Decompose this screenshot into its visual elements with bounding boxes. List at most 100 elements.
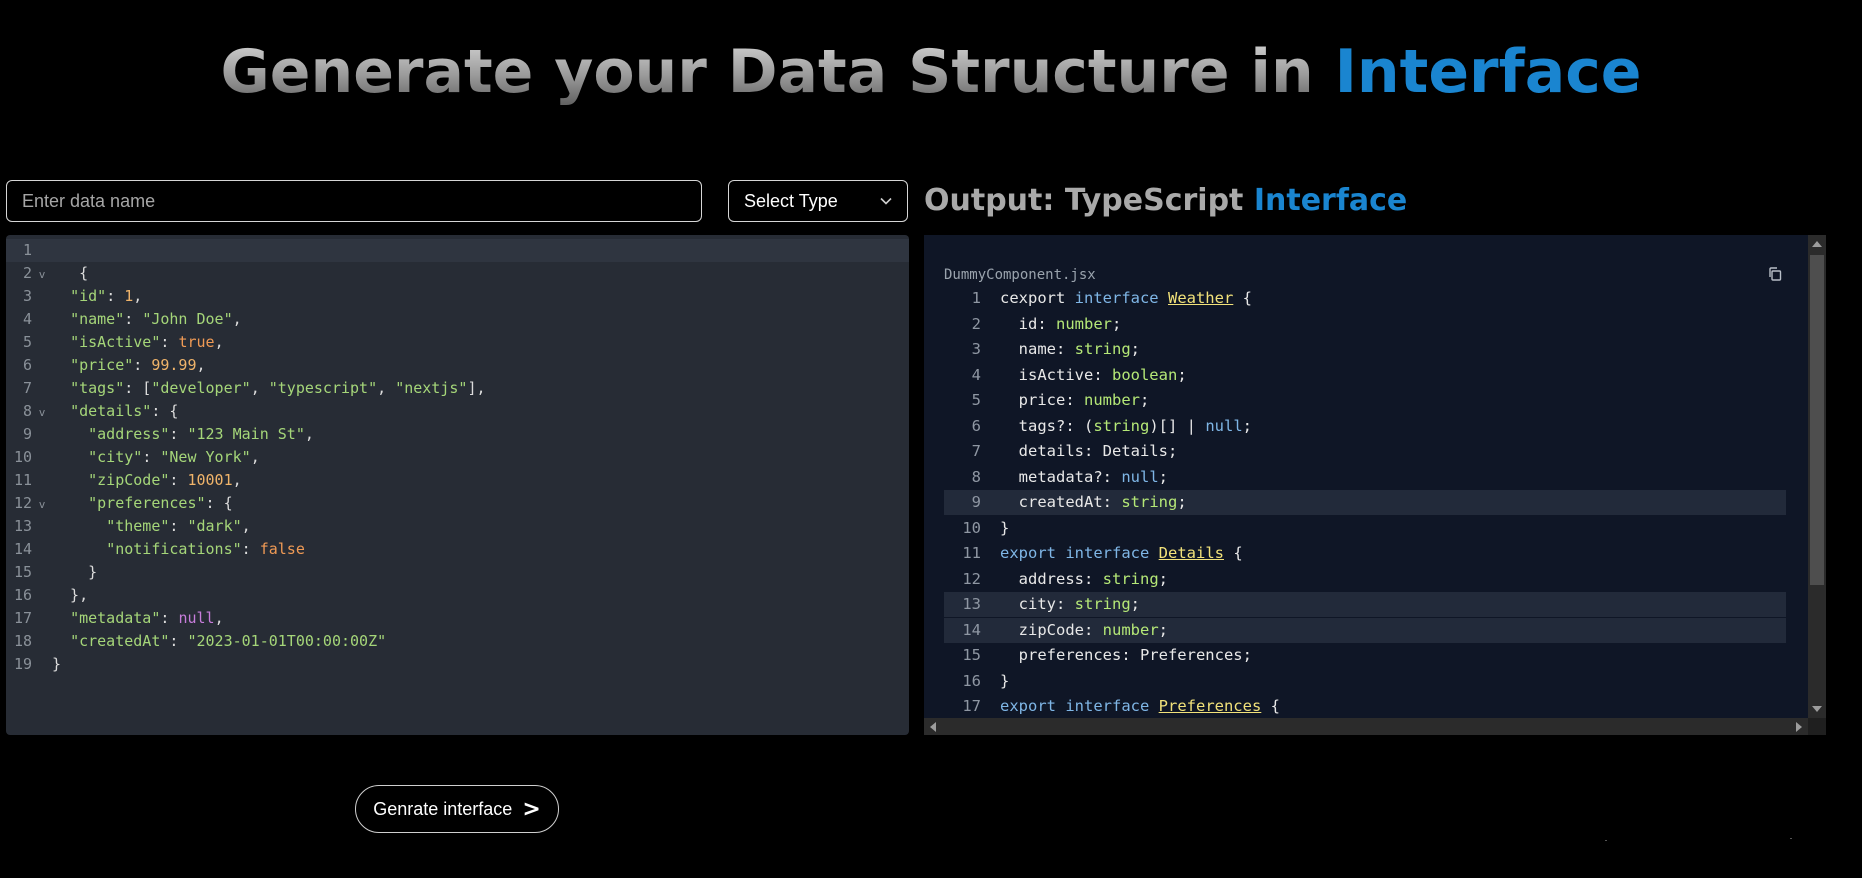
scroll-up-arrow-icon[interactable] <box>1812 241 1822 247</box>
line-number: 14 <box>13 540 32 558</box>
line-code: "id": 1, <box>70 287 143 305</box>
editor-line[interactable]: 14 "notifications": false <box>6 538 305 561</box>
decorative-dot <box>1790 838 1792 839</box>
output-vertical-scrollbar[interactable] <box>1808 235 1826 718</box>
line-number: 10 <box>962 518 981 537</box>
output-line: 17 export interface Preferences { <box>944 694 1786 719</box>
scroll-right-arrow-icon[interactable] <box>1796 722 1802 732</box>
decorative-dot <box>1605 840 1607 841</box>
line-code: "notifications": false <box>106 540 305 558</box>
output-line: 3 name: string; <box>944 337 1786 362</box>
output-line: 4 isActive: boolean; <box>944 363 1786 388</box>
output-line: 15 preferences: Preferences; <box>944 643 1786 668</box>
line-code: } <box>52 563 98 581</box>
line-number: 2 <box>971 314 981 333</box>
output-code-panel: DummyComponent.jsx 1 cexport interface We… <box>924 235 1826 735</box>
editor-line[interactable]: 17 "metadata": null, <box>6 607 224 630</box>
line-number: 1 <box>971 289 981 307</box>
line-number: 1 <box>22 241 32 259</box>
line-number: 6 <box>22 356 32 374</box>
select-type-dropdown[interactable]: Select Type <box>728 180 908 222</box>
line-number: 11 <box>13 471 32 489</box>
page-title-prefix: Generate your Data Structure in <box>220 37 1314 107</box>
copy-icon[interactable] <box>1767 266 1783 282</box>
line-number: 12 <box>962 569 981 588</box>
line-code: "metadata": null, <box>70 609 224 627</box>
line-code: "createdAt": "2023-01-01T00:00:00Z" <box>70 632 387 650</box>
line-number: 6 <box>971 416 981 435</box>
output-line: 9 createdAt: string; <box>944 490 1786 515</box>
editor-line[interactable]: 9 "address": "123 Main St", <box>6 423 314 446</box>
line-code: "isActive": true, <box>70 333 224 351</box>
output-line: 1 cexport interface Weather { <box>944 286 1786 311</box>
line-code: "theme": "dark", <box>106 517 251 535</box>
editor-line[interactable]: 7 "tags": ["developer", "typescript", "n… <box>6 377 486 400</box>
page-title: Generate your Data Structure in Interfac… <box>0 36 1862 108</box>
line-code: "price": 99.99, <box>70 356 206 374</box>
editor-line[interactable]: 15 } <box>6 561 97 584</box>
line-code: { <box>52 264 89 282</box>
output-line: 11 export interface Details { <box>944 541 1786 566</box>
fold-chevron-icon[interactable]: v <box>32 401 52 424</box>
editor-line[interactable]: 18 "createdAt": "2023-01-01T00:00:00Z" <box>6 630 386 653</box>
editor-line[interactable]: 16 }, <box>6 584 88 607</box>
output-line: 5 price: number; <box>944 388 1786 413</box>
fold-chevron-icon[interactable]: v <box>32 263 52 286</box>
fold-chevron-icon[interactable]: v <box>32 493 52 516</box>
output-line: 16} <box>944 669 1786 694</box>
output-horizontal-scrollbar[interactable] <box>924 718 1808 735</box>
line-number: 19 <box>13 655 32 673</box>
line-code: "address": "123 Main St", <box>88 425 314 443</box>
line-number: 15 <box>962 646 981 664</box>
editor-line[interactable]: 8v "details": { <box>6 400 178 423</box>
output-line: 12 address: string; <box>944 567 1786 592</box>
line-number: 12 <box>13 494 32 512</box>
active-line-highlight <box>6 239 909 262</box>
output-line: 2 id: number; <box>944 312 1786 337</box>
editor-line[interactable]: 13 "theme": "dark", <box>6 515 251 538</box>
output-title: Output: TypeScript Interface <box>924 180 1407 222</box>
editor-line[interactable]: 4 "name": "John Doe", <box>6 308 242 331</box>
editor-line[interactable]: 11 "zipCode": 10001, <box>6 469 242 492</box>
line-number: 9 <box>971 493 981 511</box>
output-title-highlight: Interface <box>1253 183 1408 218</box>
line-number: 16 <box>962 671 981 690</box>
line-number: 8 <box>22 402 32 420</box>
line-number: 18 <box>13 632 32 650</box>
line-number: 3 <box>971 340 981 358</box>
editor-line[interactable]: 1 <box>6 239 52 262</box>
line-code: "details": { <box>70 402 179 420</box>
line-number: 13 <box>962 595 981 613</box>
line-number: 15 <box>13 563 32 581</box>
line-number: 4 <box>22 310 32 328</box>
line-number: 7 <box>22 379 32 397</box>
line-number: 10 <box>13 448 32 466</box>
line-number: 7 <box>971 442 981 460</box>
select-type-label: Select Type <box>744 190 838 211</box>
editor-line[interactable]: 12 v "preferences": { <box>6 492 233 515</box>
scrollbar-thumb[interactable] <box>1810 255 1824 585</box>
editor-line[interactable]: 10 "city": "New York", <box>6 446 260 469</box>
line-number: 11 <box>962 544 981 562</box>
editor-line[interactable]: 3 "id": 1, <box>6 285 142 308</box>
generate-button-label: Genrate interface <box>373 798 513 819</box>
output-line: 13 city: string; <box>944 592 1786 617</box>
line-code: "preferences": { <box>88 494 233 512</box>
json-editor[interactable]: 12v {3 "id": 1, 4 "name": "John Doe", 5 "i… <box>6 235 909 735</box>
data-name-input[interactable] <box>6 180 702 222</box>
editor-line[interactable]: 5 "isActive": true, <box>6 331 224 354</box>
line-number: 13 <box>13 517 32 535</box>
line-number: 5 <box>22 333 32 351</box>
line-number: 3 <box>22 287 32 305</box>
scroll-down-arrow-icon[interactable] <box>1812 706 1822 712</box>
line-number: 16 <box>13 586 32 604</box>
output-line: 14 zipCode: number; <box>944 617 1786 643</box>
editor-line[interactable]: 6 "price": 99.99, <box>6 354 206 377</box>
line-number: 14 <box>962 620 981 639</box>
output-line: 8 metadata?: null; <box>944 465 1786 490</box>
line-number: 5 <box>971 391 981 409</box>
editor-line[interactable]: 2v { <box>6 262 88 285</box>
generate-interface-button[interactable]: Genrate interface > <box>355 785 559 833</box>
scroll-left-arrow-icon[interactable] <box>930 722 936 732</box>
editor-line[interactable]: 19} <box>6 653 61 676</box>
